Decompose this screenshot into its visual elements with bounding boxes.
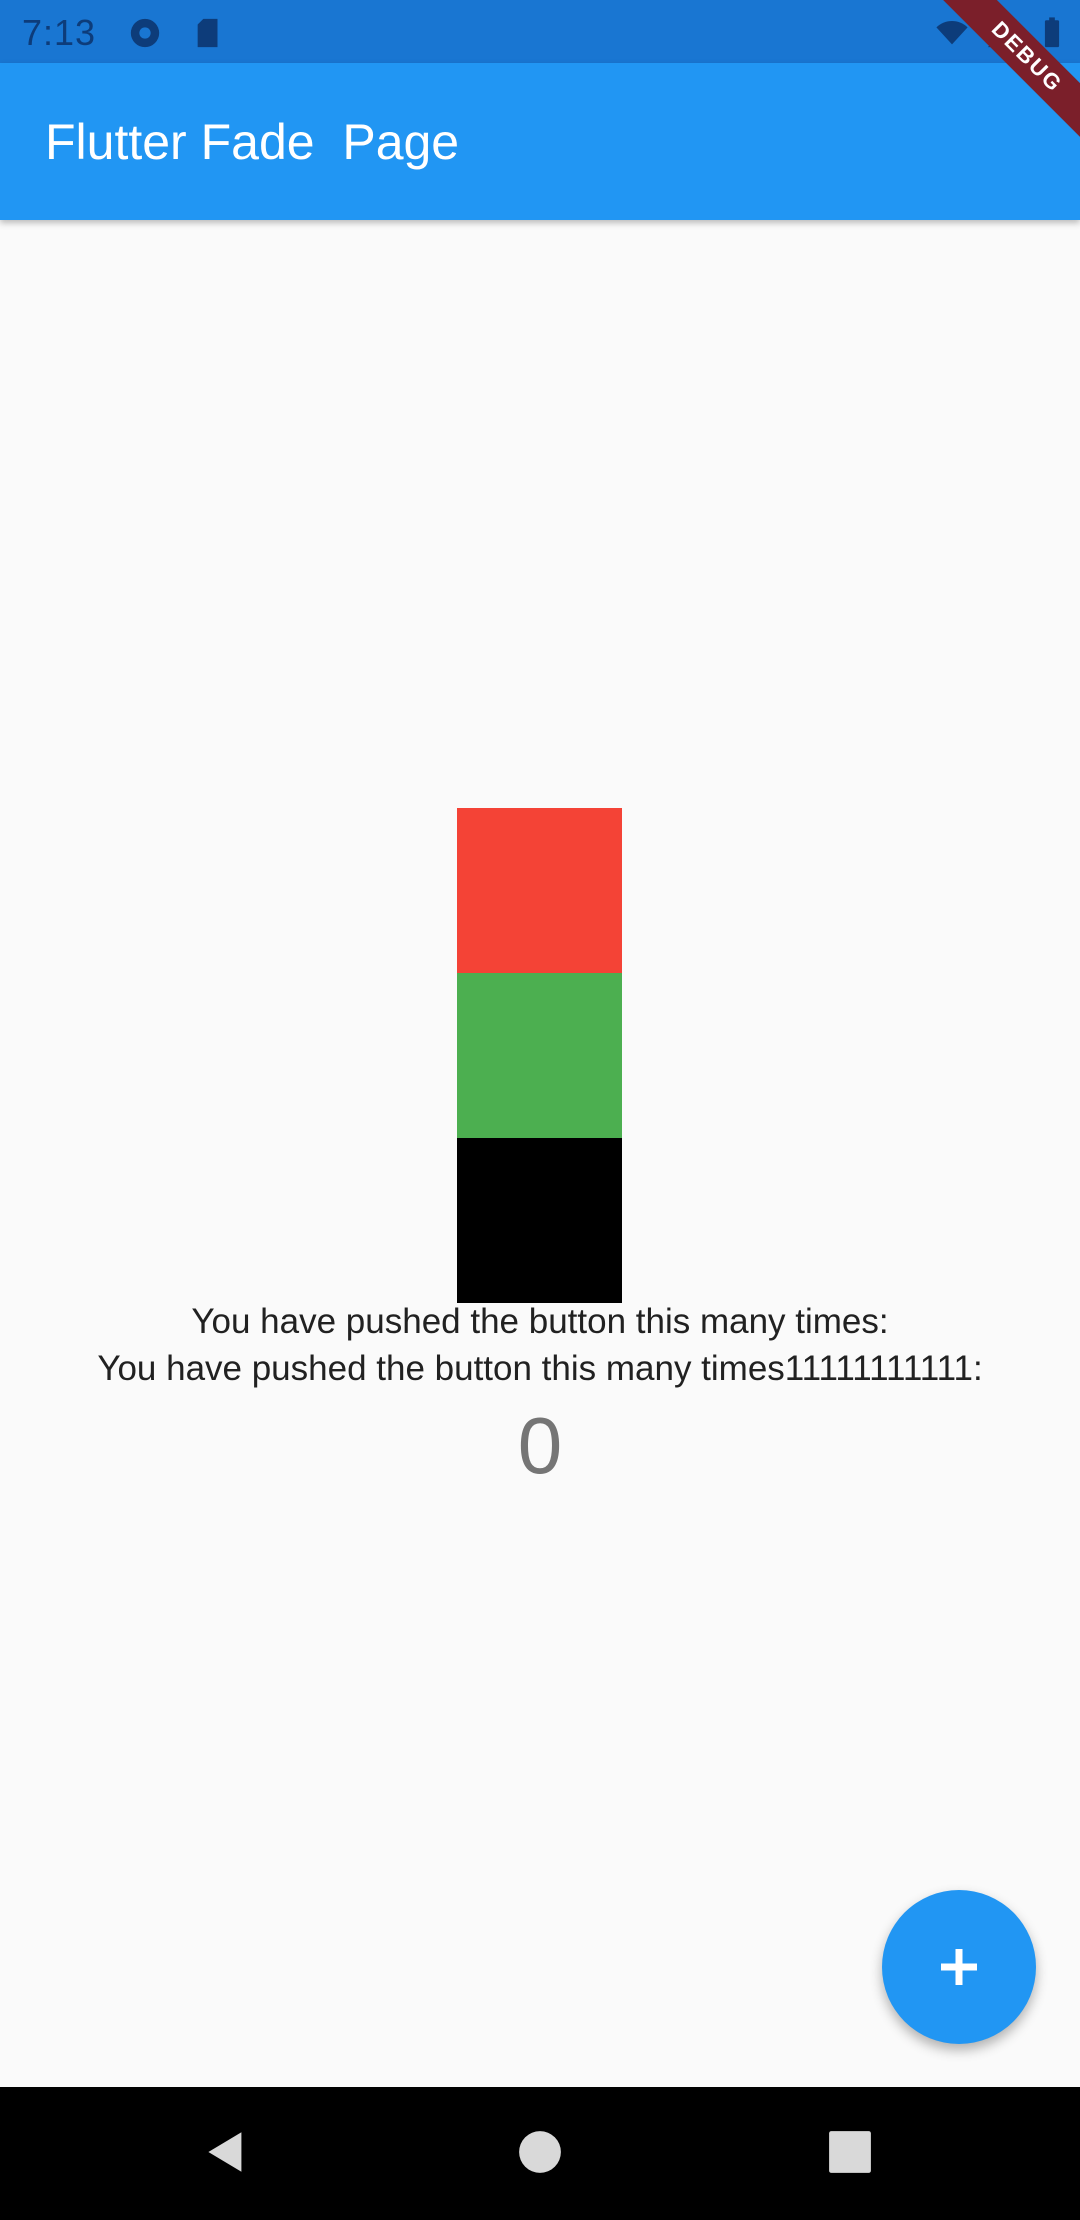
- recents-icon: [829, 2131, 871, 2173]
- settings-icon: [128, 16, 162, 50]
- page-title: Flutter Fade Page: [45, 114, 460, 170]
- push-count-label: You have pushed the button this many tim…: [191, 1302, 889, 1341]
- sim-card-icon: [192, 16, 226, 50]
- app-bar: Flutter Fade Page: [0, 63, 1080, 220]
- recents-button[interactable]: [810, 2117, 890, 2187]
- home-icon: [519, 2131, 561, 2173]
- counter-value: 0: [517, 1401, 563, 1490]
- status-bar: 7:13: [0, 0, 1080, 63]
- plus-icon: [941, 1949, 977, 1985]
- system-navigation-bar: [0, 2087, 1080, 2220]
- green-square: [457, 973, 622, 1138]
- back-button[interactable]: [186, 2117, 266, 2187]
- black-square: [457, 1138, 622, 1303]
- red-square: [457, 808, 622, 973]
- status-time: 7:13: [22, 12, 97, 53]
- home-button[interactable]: [500, 2117, 580, 2187]
- color-squares: [457, 808, 622, 1303]
- back-icon: [208, 2132, 242, 2172]
- push-count-label-2: You have pushed the button this many tim…: [97, 1349, 983, 1388]
- increment-button[interactable]: [882, 1890, 1036, 2044]
